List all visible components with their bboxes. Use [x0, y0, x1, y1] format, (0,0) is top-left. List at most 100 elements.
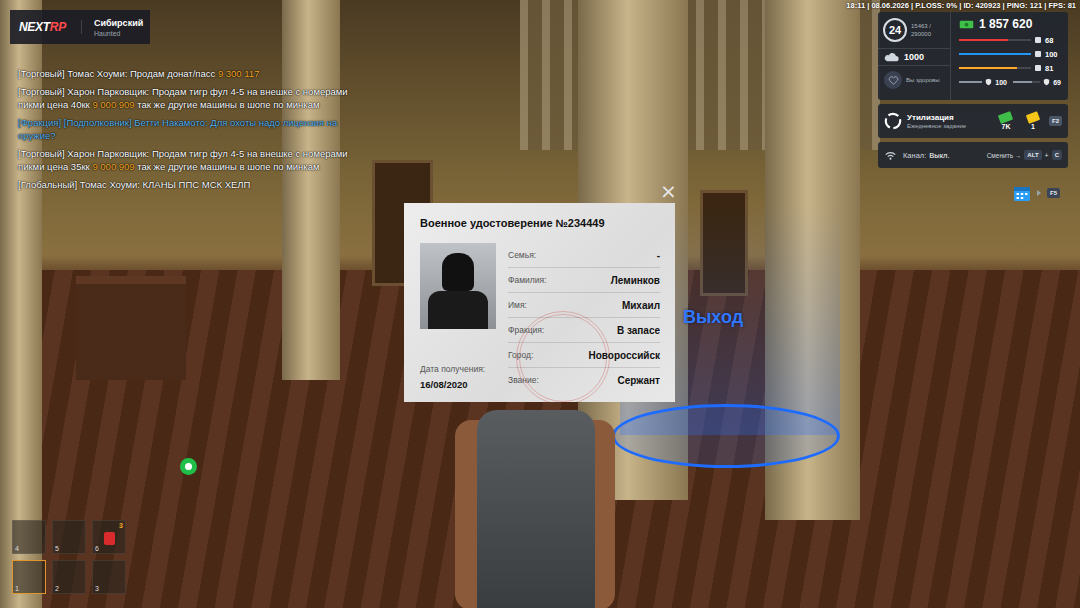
bar-track — [959, 81, 982, 83]
donate-value: 1000 — [904, 52, 924, 62]
hotbar-slot[interactable]: 1 — [12, 560, 46, 594]
stat-bar: 100 — [959, 49, 1061, 59]
card-left: Дата получения:16/08/2020 — [420, 243, 496, 392]
chat-line: [Торговый] Харон Парковщик: Продам тигр … — [18, 147, 350, 173]
chat: [Торговый] Томас Хоуми: Продам донат/пас… — [18, 67, 350, 191]
key-hint: C — [1052, 150, 1062, 160]
military-id-card: Военное удостоверение №234449 Дата получе… — [404, 203, 675, 402]
hotbar: 4 5 36 1 2 3 — [12, 520, 126, 594]
field-value: Михаил — [622, 300, 660, 311]
slot-key: 5 — [55, 545, 59, 552]
armor-stat: 69 — [1013, 78, 1061, 86]
server-name: Сибирский — [94, 18, 143, 28]
bar-fill — [959, 81, 982, 83]
chat-segment: так же другие машины в шопе по минкам — [135, 161, 320, 172]
logo: NEXTRP — [10, 20, 82, 34]
issue-date: Дата получения:16/08/2020 — [420, 364, 496, 392]
reward-value: 1 — [1031, 123, 1035, 130]
card-field: Звание: Сержант — [508, 368, 660, 392]
chat-segment: [Глобальный] Томас Хоуми: КЛАНЫ ППС МСК … — [18, 179, 250, 190]
hotbar-slot[interactable]: 5 — [52, 520, 86, 554]
key-hint: F2 — [1049, 116, 1062, 126]
slot-key: 1 — [15, 585, 19, 592]
field-value: В запасе — [617, 325, 660, 336]
cloud-icon — [884, 53, 899, 62]
experience: 15463 / 290000 — [911, 22, 945, 38]
reward-icon — [1026, 111, 1040, 124]
field-label: Семья: — [508, 250, 536, 260]
health-status: Вы здоровы — [906, 76, 940, 84]
field-label: Фамилия: — [508, 275, 546, 285]
key-hint: F5 — [1047, 188, 1060, 198]
chat-segment: 9 000 909 — [92, 99, 134, 110]
field-value: Сержант — [618, 375, 660, 386]
card-title: Военное удостоверение №234449 — [420, 217, 660, 229]
photo-figure — [442, 253, 474, 291]
bar-track — [959, 39, 1031, 41]
bar-fill — [959, 67, 1017, 69]
status-line: 18:11 | 08.06.2026 | P.LOSS: 0% | ID: 42… — [846, 1, 1076, 10]
hotbar-slot[interactable]: 36 — [92, 520, 126, 554]
card-body: Дата получения:16/08/2020 Семья:- Фамилия:… — [420, 243, 660, 392]
reward: 7K — [995, 113, 1017, 130]
bar-fill — [959, 39, 1008, 41]
pillar — [282, 0, 340, 380]
bar-track — [959, 67, 1031, 69]
donate-row: 1000 — [878, 49, 950, 66]
stat-value: 100 — [1045, 50, 1061, 59]
money-icon — [959, 19, 974, 30]
channel-label: Канал: — [903, 151, 926, 160]
stats-panel: 2415463 / 290000 1000 Вы здоровы 1 857 620 6… — [878, 12, 1068, 100]
bar-track — [959, 53, 1031, 55]
server-logo: NEXTRPСибирскийHaunted — [10, 10, 150, 44]
field-label: Звание: — [508, 375, 539, 385]
vitals: 1 857 620 68 100 81 100 69 — [951, 12, 1068, 100]
card-field: Фракция: В запасе — [508, 318, 660, 343]
reward: 1 — [1022, 113, 1044, 130]
game-screen: ВыходNEXTRPСибирскийHaunted[Торговый] То… — [0, 0, 1080, 608]
shield-icon — [985, 78, 992, 86]
hotbar-slot[interactable]: 4 — [12, 520, 46, 554]
armor-stat: 100 — [959, 78, 1007, 86]
heart-icon — [884, 71, 902, 89]
signal-icon — [884, 150, 897, 161]
hud: 2415463 / 290000 1000 Вы здоровы 1 857 620 6… — [878, 12, 1068, 202]
daily-task[interactable]: УтилизацияЕжедневное задание 7K 1 F2 — [878, 104, 1068, 138]
hotbar-slot[interactable]: 3 — [92, 560, 126, 594]
money-row: 1 857 620 — [959, 17, 1061, 31]
vest — [477, 410, 595, 608]
stat-bar: 68 — [959, 35, 1061, 45]
slot-count: 3 — [119, 522, 123, 529]
field-label: Имя: — [508, 300, 527, 310]
desk — [76, 276, 186, 380]
hotbar-slot[interactable]: 2 — [52, 560, 86, 594]
field-label: Фракция: — [508, 325, 544, 335]
voice-channel[interactable]: Канал:Выкл.Сменить →ALT+C — [878, 142, 1068, 168]
calendar[interactable]: F5 — [878, 184, 1068, 202]
chat-segment: 9 000 909 — [92, 161, 134, 172]
card-fields: Семья:- Фамилия: Леминков Имя: Михаил Фракция… — [508, 243, 660, 392]
slot-key: 3 — [95, 585, 99, 592]
stat-icon — [1035, 37, 1041, 43]
stat-value: 100 — [995, 79, 1007, 86]
stat-bar: 81 — [959, 63, 1061, 73]
chat-line: [Торговый] Томас Хоуми: Продам донат/пас… — [18, 67, 350, 80]
card-field: Город:Новороссийск — [508, 343, 660, 368]
field-value: Новороссийск — [588, 350, 660, 361]
date-label: Дата получения: — [420, 364, 496, 374]
waypoint-icon[interactable] — [180, 458, 197, 475]
level-badge: 24 — [883, 18, 907, 42]
photo — [420, 243, 496, 329]
field-value: Леминков — [611, 275, 660, 286]
stat-icon — [1035, 65, 1041, 71]
close-button[interactable]: × — [660, 181, 677, 201]
arrow-icon — [1037, 190, 1041, 196]
reward-icon — [998, 111, 1013, 124]
stat-value: 68 — [1045, 36, 1061, 45]
calendar-icon — [1013, 184, 1031, 202]
bar-fill — [959, 53, 1031, 55]
exit-ring[interactable] — [612, 404, 840, 468]
task-text: УтилизацияЕжедневное задание — [907, 113, 990, 129]
card-field: Семья:- — [508, 243, 660, 268]
chat-segment: [Торговый] Томас Хоуми: Продам донат/пас… — [18, 68, 218, 79]
